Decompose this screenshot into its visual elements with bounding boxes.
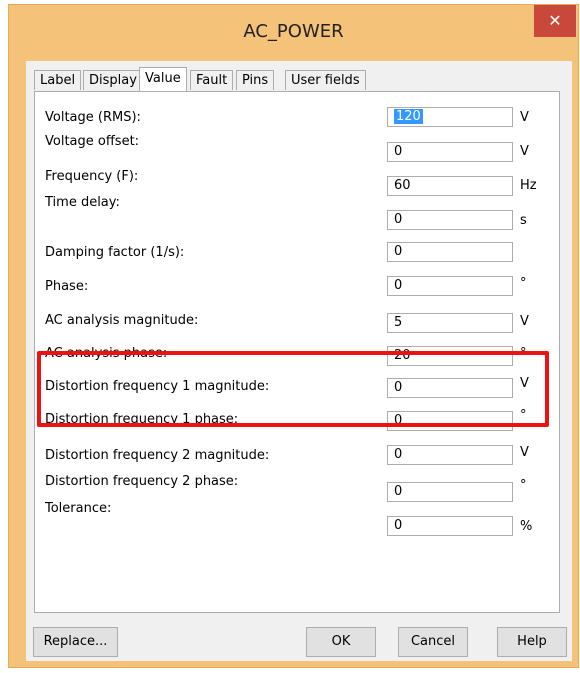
ac-analysis-magnitude-label: AC analysis magnitude: bbox=[45, 313, 199, 328]
tolerance-unit: % bbox=[520, 519, 533, 534]
distortion-frequency-2-magnitude-field[interactable]: 0 bbox=[387, 445, 513, 465]
dialog-client-area: Label Display Value Fault Pins User fiel… bbox=[26, 61, 572, 661]
damping-factor-label: Damping factor (1/s): bbox=[45, 245, 185, 260]
tab-fault[interactable]: Fault bbox=[190, 70, 234, 90]
title-bar[interactable]: AC_POWER ✕ bbox=[9, 5, 578, 61]
tab-pins[interactable]: Pins bbox=[236, 70, 275, 90]
voltage-offset-unit: V bbox=[520, 144, 529, 159]
dialog-window: AC_POWER ✕ Label Display Value Fault Pin… bbox=[8, 4, 579, 668]
time-delay-label: Time delay: bbox=[45, 195, 120, 210]
ok-button[interactable]: OK bbox=[306, 627, 376, 657]
distortion-frequency-2-phase-field[interactable]: 0 bbox=[387, 482, 513, 502]
frequency-unit: Hz bbox=[520, 178, 537, 193]
voltage-rms-unit: V bbox=[520, 110, 529, 125]
highlight-box bbox=[37, 351, 549, 427]
tolerance-label: Tolerance: bbox=[45, 501, 112, 516]
help-button[interactable]: Help bbox=[497, 627, 567, 657]
tab-value[interactable]: Value bbox=[139, 67, 187, 91]
voltage-offset-label: Voltage offset: bbox=[45, 134, 140, 149]
distortion-frequency-2-phase-unit: ° bbox=[520, 478, 527, 493]
tab-label[interactable]: Label bbox=[34, 70, 82, 90]
voltage-offset-field[interactable]: 0 bbox=[387, 142, 513, 162]
ac-analysis-magnitude-unit: V bbox=[520, 314, 529, 329]
voltage-rms-value: 120 bbox=[394, 109, 423, 124]
time-delay-unit: s bbox=[520, 213, 527, 228]
phase-label: Phase: bbox=[45, 279, 89, 294]
window-title: AC_POWER bbox=[243, 21, 344, 42]
tab-display[interactable]: Display bbox=[83, 70, 143, 90]
phase-unit: ° bbox=[520, 276, 527, 291]
distortion-frequency-2-phase-label: Distortion frequency 2 phase: bbox=[45, 474, 239, 489]
damping-factor-field[interactable]: 0 bbox=[387, 242, 513, 262]
voltage-rms-label: Voltage (RMS): bbox=[45, 110, 141, 125]
replace-button[interactable]: Replace... bbox=[33, 627, 118, 657]
cancel-button[interactable]: Cancel bbox=[398, 627, 468, 657]
time-delay-field[interactable]: 0 bbox=[387, 210, 513, 230]
value-tab-panel: Voltage (RMS): 120 V Voltage offset: 0 V… bbox=[34, 91, 560, 613]
ac-analysis-magnitude-field[interactable]: 5 bbox=[387, 313, 513, 333]
phase-field[interactable]: 0 bbox=[387, 276, 513, 296]
distortion-frequency-2-magnitude-label: Distortion frequency 2 magnitude: bbox=[45, 448, 270, 463]
frequency-field[interactable]: 60 bbox=[387, 176, 513, 196]
frequency-label: Frequency (F): bbox=[45, 169, 139, 184]
tab-user-fields[interactable]: User fields bbox=[285, 70, 366, 90]
distortion-frequency-2-magnitude-unit: V bbox=[520, 445, 529, 460]
tolerance-field[interactable]: 0 bbox=[387, 516, 513, 536]
close-icon: ✕ bbox=[548, 11, 562, 30]
close-button[interactable]: ✕ bbox=[534, 5, 576, 37]
voltage-rms-field[interactable]: 120 bbox=[387, 107, 513, 127]
